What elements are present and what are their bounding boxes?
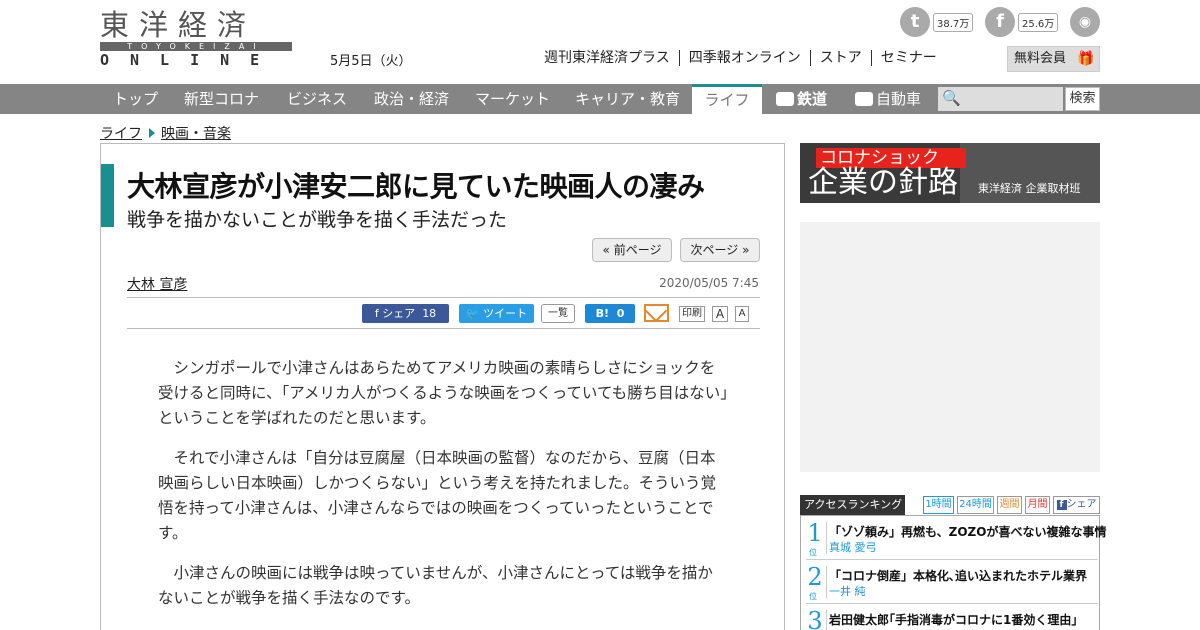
divider — [127, 297, 760, 298]
ranking-item[interactable]: 2 位 「コロナ倒産」本格化､追い込まれたホテル業界 一井 純 — [806, 560, 1098, 604]
rank-separator — [826, 566, 827, 598]
tweet-list-button[interactable]: 一覧 — [541, 304, 575, 323]
publish-date: 2020/05/05 7:45 — [659, 276, 759, 290]
ranking-tab-week[interactable]: 週間 — [997, 496, 1022, 514]
mail-icon[interactable] — [644, 304, 669, 322]
paragraph: それで小津さんは「自分は豆腐屋（日本映画の監督）なのだから、豆腐（日本映画らしい… — [158, 449, 717, 542]
rank-headline[interactable]: 岩田健太郎｢手指消毒がコロナに1番効く理由｣ — [829, 611, 1077, 628]
font-size-small-button[interactable]: A — [735, 306, 749, 322]
facebook-follow[interactable]: f 25.6万 — [985, 7, 1059, 37]
nav-automobile-label: 自動車 — [876, 90, 922, 108]
link-store[interactable]: ストア — [809, 50, 871, 66]
prev-page-button[interactable]: « 前ページ — [592, 238, 672, 262]
free-member-button[interactable]: 無料会員 🎁 — [1007, 46, 1100, 72]
car-icon — [855, 92, 873, 106]
facebook-share-count: 18 — [422, 307, 437, 320]
breadcrumb-life[interactable]: ライフ — [100, 123, 142, 143]
rank-position-label: 位 — [809, 592, 817, 601]
rank-number: 2 — [807, 563, 823, 591]
rank-number: 1 — [807, 519, 823, 547]
author-link[interactable]: 大林 宣彦 — [127, 274, 187, 294]
nav-railway[interactable]: 鉄道 — [776, 84, 827, 114]
nav-railway-label: 鉄道 — [797, 90, 828, 108]
logo-japanese: 東洋経済 — [100, 8, 257, 42]
article-body: シンガポールで小津さんはあらためてアメリカ映画の素晴らしさにショックを受けると同… — [158, 356, 728, 626]
nav-automobile[interactable]: 自動車 — [855, 84, 921, 114]
rank-separator — [826, 610, 827, 630]
ranking-tab-share[interactable]: f シェア — [1053, 496, 1100, 514]
link-shikiho[interactable]: 四季報オンライン — [678, 50, 810, 66]
breadcrumb-movie-music[interactable]: 映画・音楽 — [161, 123, 231, 143]
ranking-tab-month[interactable]: 月間 — [1025, 496, 1050, 514]
facebook-share-label: シェア — [382, 307, 416, 320]
search-icon: 🔍 — [942, 89, 961, 107]
corona-shock-banner[interactable]: コロナショック 企業の針路 東洋経済 企業取材班 — [800, 143, 1100, 203]
nav-politics-economy[interactable]: 政治・経済 — [374, 84, 449, 114]
banner-subtitle: 東洋経済 企業取材班 — [978, 182, 1081, 195]
rss-icon: ◉ — [1070, 7, 1100, 37]
ranking-item[interactable]: 1 位 「ゾゾ頼み」再燃も、ZOZOが喜べない複雑な事情 真城 愛弓 — [806, 516, 1106, 560]
ranking-tab-1h[interactable]: 1時間 — [923, 496, 954, 514]
next-page-button[interactable]: 次ページ » — [680, 238, 760, 262]
divider — [127, 328, 760, 329]
hatena-count: 0 — [616, 307, 625, 320]
twitter-icon: t — [900, 7, 930, 37]
twitter-follow[interactable]: t 38.7万 — [900, 7, 974, 37]
train-icon — [776, 92, 794, 106]
rank-separator — [826, 522, 827, 554]
banner-main-title: 企業の針路 — [808, 165, 958, 200]
current-date: 5月5日（火） — [330, 54, 412, 69]
link-weekly-plus[interactable]: 週刊東洋経済プラス — [535, 50, 679, 66]
ranking-header: アクセスランキング 1時間 24時間 週間 月間 f シェア — [800, 495, 1100, 515]
article-subtitle: 戦争を描かないことが戦争を描く手法だった — [127, 209, 508, 231]
rank-position-label: 位 — [809, 548, 817, 557]
ranking-tab-share-label: シェア — [1066, 499, 1097, 510]
advertisement-slot[interactable] — [800, 222, 1100, 472]
breadcrumb: ライフ 映画・音楽 — [100, 123, 231, 143]
twitter-count: 38.7万 — [933, 12, 974, 32]
gift-icon: 🎁 — [1077, 51, 1095, 67]
nav-career-education[interactable]: キャリア・教育 — [575, 84, 680, 114]
article-title: 大林宣彦が小津安二郎に見ていた映画人の凄み — [127, 170, 705, 203]
tweet-button[interactable]: 🐦 ツイート — [459, 304, 534, 323]
rank-author[interactable]: 一井 純 — [829, 583, 866, 599]
twitter-bird-icon: 🐦 — [465, 307, 484, 320]
nav-business[interactable]: ビジネス — [287, 84, 347, 114]
hatena-bookmark-button[interactable]: B! 0 — [585, 304, 635, 323]
facebook-count: 25.6万 — [1018, 12, 1059, 32]
search-button[interactable]: 検索 — [1065, 87, 1100, 111]
print-button[interactable]: 印刷 — [679, 306, 705, 322]
nav-life[interactable]: ライフ — [692, 84, 762, 114]
tweet-label: ツイート — [483, 307, 528, 320]
logo-online: ONLINE — [100, 51, 281, 69]
top-links: 週刊東洋経済プラス 四季報オンライン ストア セミナー — [535, 50, 946, 66]
member-button-label: 無料会員 — [1014, 51, 1067, 66]
rank-headline[interactable]: 「コロナ倒産」本格化､追い込まれたホテル業界 — [829, 567, 1087, 584]
rank-author[interactable]: 真城 愛弓 — [829, 539, 877, 555]
title-accent-bar — [101, 164, 114, 227]
logo-roman: TOYOKEIZAI — [100, 42, 292, 51]
nav-market[interactable]: マーケット — [475, 84, 550, 114]
ranking-list: 1 位 「ゾゾ頼み」再燃も、ZOZOが喜べない複雑な事情 真城 愛弓 2 位 「… — [800, 515, 1106, 630]
facebook-icon: f — [985, 7, 1015, 37]
link-seminar[interactable]: セミナー — [870, 50, 946, 66]
ranking-title: アクセスランキング — [800, 495, 905, 515]
facebook-share-button[interactable]: f シェア 18 — [362, 304, 449, 323]
rss-feed[interactable]: ◉ — [1070, 7, 1100, 37]
article: 大林宣彦が小津安二郎に見ていた映画人の凄み 戦争を描かないことが戦争を描く手法だ… — [100, 143, 785, 630]
ranking-tab-24h[interactable]: 24時間 — [957, 496, 994, 514]
nav-top[interactable]: トップ — [113, 84, 158, 114]
nav-corona[interactable]: 新型コロナ — [184, 84, 259, 114]
breadcrumb-arrow-icon — [149, 128, 155, 138]
paragraph: 小津さんの映画には戦争は映っていませんが、小津さんにとっては戦争を描かないことが… — [158, 564, 713, 607]
ranking-item[interactable]: 3 岩田健太郎｢手指消毒がコロナに1番効く理由｣ — [806, 604, 1098, 630]
rank-number: 3 — [807, 607, 823, 630]
hatena-icon: B! — [595, 307, 610, 320]
site-header: 東洋経済 TOYOKEIZAI ONLINE 5月5日（火） 週刊東洋経済プラス… — [0, 0, 1200, 84]
rank-headline[interactable]: 「ゾゾ頼み」再燃も、ZOZOが喜べない複雑な事情 — [829, 523, 1106, 540]
font-size-large-button[interactable]: A — [712, 306, 728, 322]
site-logo[interactable]: 東洋経済 TOYOKEIZAI ONLINE — [100, 8, 292, 68]
facebook-icon: f — [1056, 500, 1067, 510]
paragraph: シンガポールで小津さんはあらためてアメリカ映画の素晴らしさにショックを受けると同… — [158, 359, 728, 427]
